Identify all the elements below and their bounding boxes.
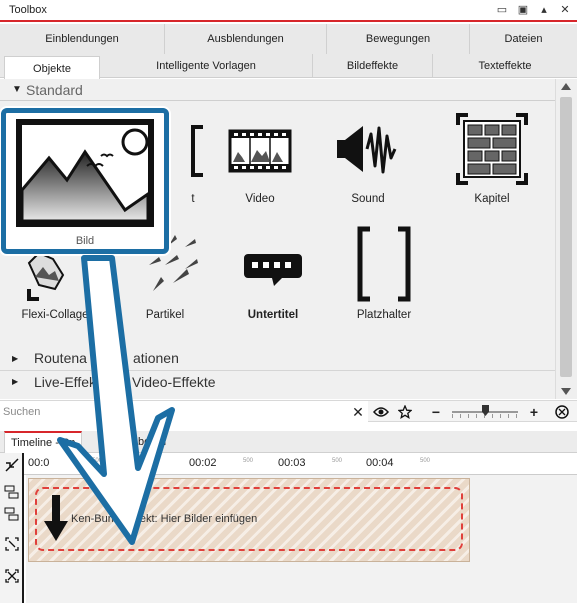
object-bild-label: Bild bbox=[75, 235, 95, 247]
tab-bewegungen[interactable]: Bewegungen bbox=[327, 24, 470, 54]
timeline-ruler[interactable]: 00:0 500 00:02 500 00:03 500 00:04 500 bbox=[24, 453, 577, 475]
timeline-tool-column bbox=[0, 453, 24, 603]
object-flexi-collage-label: Flexi-Collage bbox=[21, 309, 89, 321]
tab-ausblendungen[interactable]: Ausblendungen bbox=[165, 24, 327, 54]
object-platzhalter-label: Platzhalter bbox=[356, 309, 412, 321]
expand-icon[interactable] bbox=[3, 535, 21, 553]
pin-icon[interactable]: ▴ bbox=[538, 3, 550, 17]
zoom-in-button[interactable]: + bbox=[524, 402, 544, 422]
drop-zone-hint: Ken-Burns-Effekt: Hier Bilder einfügen bbox=[71, 513, 258, 525]
object-untertitel-label: Untertitel bbox=[247, 309, 299, 321]
object-platzhalter[interactable]: Platzhalter bbox=[329, 225, 439, 321]
object-untertitel[interactable]: Untertitel bbox=[218, 225, 328, 321]
expand-triangle-icon: ▶ bbox=[12, 377, 19, 386]
tab-row-bottom: Objekte Intelligente Vorlagen Bildeffekt… bbox=[0, 54, 577, 80]
zoom-out-button[interactable]: − bbox=[426, 402, 446, 422]
search-bar: ✕ − + bbox=[0, 400, 577, 422]
scroll-down-icon[interactable] bbox=[561, 388, 571, 395]
object-video[interactable]: Video bbox=[205, 109, 315, 205]
tab-dateien[interactable]: Dateien bbox=[470, 24, 577, 54]
tab-einblendungen[interactable]: Einblendungen bbox=[0, 24, 165, 54]
timeline-tabs: Timeline - Sp board bbox=[0, 431, 577, 453]
ruler-label: 00:02 bbox=[189, 457, 217, 469]
search-input[interactable] bbox=[0, 401, 368, 422]
magnet-icon[interactable] bbox=[3, 456, 21, 474]
window-controls: ▭ ▣ ▴ ✕ bbox=[496, 3, 571, 17]
panel-gap bbox=[0, 423, 577, 431]
tab-storyboard[interactable]: board bbox=[132, 431, 172, 453]
video-icon bbox=[220, 109, 300, 189]
scroll-thumb[interactable] bbox=[560, 97, 572, 377]
chapter-icon bbox=[452, 109, 532, 189]
ruler-minor-label: 500 bbox=[332, 458, 343, 464]
ruler-label: 00:04 bbox=[366, 457, 394, 469]
ruler-minor-label: 500 bbox=[92, 458, 103, 464]
fit-timeline-icon[interactable] bbox=[3, 567, 21, 585]
tab-bildeffekte[interactable]: Bildeffekte bbox=[313, 54, 433, 77]
eye-icon[interactable] bbox=[371, 402, 391, 422]
drop-arrow-icon bbox=[44, 495, 68, 541]
tab-objekte[interactable]: Objekte bbox=[4, 56, 100, 80]
object-partikel-label: Partikel bbox=[145, 309, 185, 321]
object-kapitel-label: Kapitel bbox=[474, 193, 510, 205]
subtitle-icon bbox=[233, 225, 313, 305]
maximize-icon[interactable]: ▣ bbox=[517, 3, 529, 17]
object-text-label: t bbox=[191, 193, 195, 205]
placeholder-icon bbox=[344, 225, 424, 305]
ruler-label: 00:03 bbox=[278, 457, 306, 469]
tab-texteffekte[interactable]: Texteffekte bbox=[433, 54, 577, 77]
object-sound[interactable]: Sound bbox=[313, 109, 423, 205]
object-kapitel[interactable]: Kapitel bbox=[437, 109, 547, 205]
ruler-minor-label: 500 bbox=[243, 458, 254, 464]
tab-timeline[interactable]: Timeline - Sp bbox=[4, 431, 83, 453]
expand-triangle-icon: ▶ bbox=[12, 353, 19, 363]
tab-intelligente-vorlagen[interactable]: Intelligente Vorlagen bbox=[100, 54, 313, 77]
track-remove-icon[interactable] bbox=[3, 505, 21, 523]
section-standard[interactable]: ▼ Standard bbox=[0, 79, 555, 101]
section-routenanimationen[interactable]: ▶ Routena ationen bbox=[0, 347, 179, 369]
scroll-up-icon[interactable] bbox=[561, 83, 571, 90]
ruler-label: 00:0 bbox=[28, 457, 50, 469]
object-video-label: Video bbox=[245, 193, 275, 205]
objects-scrollbar[interactable] bbox=[555, 79, 577, 399]
image-icon bbox=[15, 118, 155, 231]
collapse-triangle-icon: ▼ bbox=[12, 84, 22, 95]
star-icon[interactable] bbox=[395, 402, 415, 422]
object-bild[interactable]: Bild bbox=[1, 108, 169, 254]
toolbox-titlebar: Toolbox ▭ ▣ ▴ ✕ bbox=[0, 0, 577, 22]
restore-icon[interactable]: ▭ bbox=[496, 3, 508, 17]
zoom-fit-icon[interactable] bbox=[552, 402, 572, 422]
ruler-minor-label: 500 bbox=[420, 458, 431, 464]
section-live-effekte[interactable]: ▶ Live-Effek Video-Effekte bbox=[0, 370, 555, 392]
sound-icon bbox=[328, 109, 408, 189]
object-sound-label: Sound bbox=[351, 193, 385, 205]
track-add-icon[interactable] bbox=[3, 483, 21, 501]
close-icon[interactable]: ✕ bbox=[559, 3, 571, 17]
toolbox-title: Toolbox bbox=[9, 4, 47, 16]
clear-search-icon[interactable]: ✕ bbox=[348, 402, 368, 422]
tab-row-top: Einblendungen Ausblendungen Bewegungen D… bbox=[0, 24, 577, 54]
